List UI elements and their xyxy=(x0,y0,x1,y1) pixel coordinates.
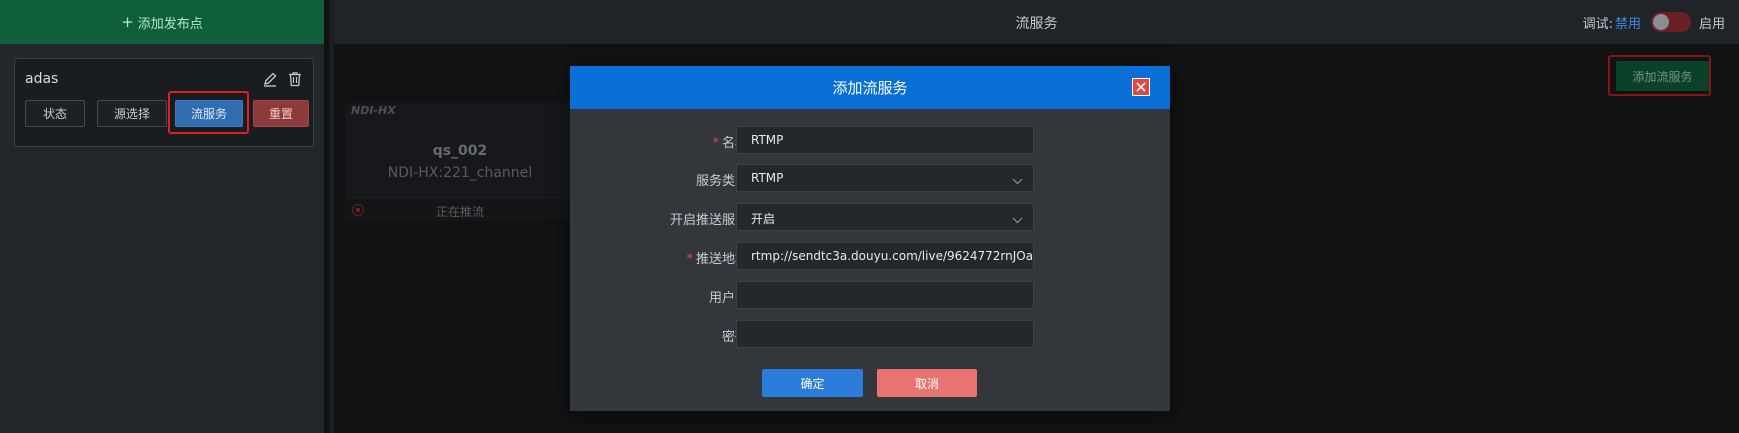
name-input[interactable]: RTMP xyxy=(736,126,1034,154)
debug-label: 调试: xyxy=(1582,16,1613,32)
debug-off-label: 禁用 xyxy=(1614,16,1641,32)
push-url-input[interactable]: rtmp://sendtc3a.douyu.com/live/9624772rn… xyxy=(736,242,1034,270)
publisher-name: adas xyxy=(25,71,59,87)
form-row-name: * 名称 RTMP xyxy=(570,126,1170,154)
add-publish-point-button[interactable]: + 添加发布点 xyxy=(0,0,324,44)
page-title: 流服务 xyxy=(1015,16,1058,32)
confirm-button[interactable]: 确定 xyxy=(762,369,863,397)
publisher-card: adas 状态 源选择 流服务 重置 xyxy=(14,58,314,147)
source-select-button[interactable]: 源选择 xyxy=(97,100,167,127)
add-publish-point-label: 添加发布点 xyxy=(137,16,203,32)
required-mark: * xyxy=(712,136,719,151)
plus-icon: + xyxy=(121,13,134,31)
username-input[interactable] xyxy=(736,281,1034,309)
top-bar: 流服务 调试: 禁用 启用 xyxy=(334,0,1739,44)
enable-push-value: 开启 xyxy=(751,212,776,226)
chevron-down-icon xyxy=(1012,213,1023,227)
sidebar: + 添加发布点 adas 状态 源选择 流服务 重置 xyxy=(0,0,329,433)
status-button[interactable]: 状态 xyxy=(25,100,85,127)
form-row-enable-push: 开启推送服务 开启 xyxy=(570,203,1170,231)
enable-push-select[interactable]: 开启 xyxy=(736,203,1034,231)
required-mark: * xyxy=(686,252,693,267)
add-stream-dialog: 添加流服务 * 名称 RTMP 服务类型 RTMP 开启推送服务 开启 * 推送地址… xyxy=(570,66,1170,411)
dialog-header: 添加流服务 xyxy=(570,66,1170,109)
close-icon[interactable] xyxy=(1132,78,1150,96)
reset-button[interactable]: 重置 xyxy=(253,100,309,127)
toggle-knob xyxy=(1652,14,1669,30)
form-row-push-url: * 推送地址 rtmp://sendtc3a.douyu.com/live/962… xyxy=(570,242,1170,270)
debug-toggle[interactable] xyxy=(1650,12,1691,32)
debug-on-label: 启用 xyxy=(1698,16,1725,32)
form-row-username: 用户名 xyxy=(570,281,1170,309)
form-row-password: 密码 xyxy=(570,320,1170,348)
cancel-button[interactable]: 取消 xyxy=(877,369,977,397)
service-type-value: RTMP xyxy=(751,171,784,185)
edit-icon[interactable] xyxy=(262,71,278,87)
service-type-select[interactable]: RTMP xyxy=(736,164,1034,192)
debug-control: 调试: 禁用 启用 xyxy=(1583,12,1725,32)
form-row-service-type: 服务类型 RTMP xyxy=(570,164,1170,192)
chevron-down-icon xyxy=(1012,174,1023,188)
trash-icon[interactable] xyxy=(287,71,303,87)
stream-service-button[interactable]: 流服务 xyxy=(175,100,243,127)
dialog-title: 添加流服务 xyxy=(832,79,908,97)
password-input[interactable] xyxy=(736,320,1034,348)
